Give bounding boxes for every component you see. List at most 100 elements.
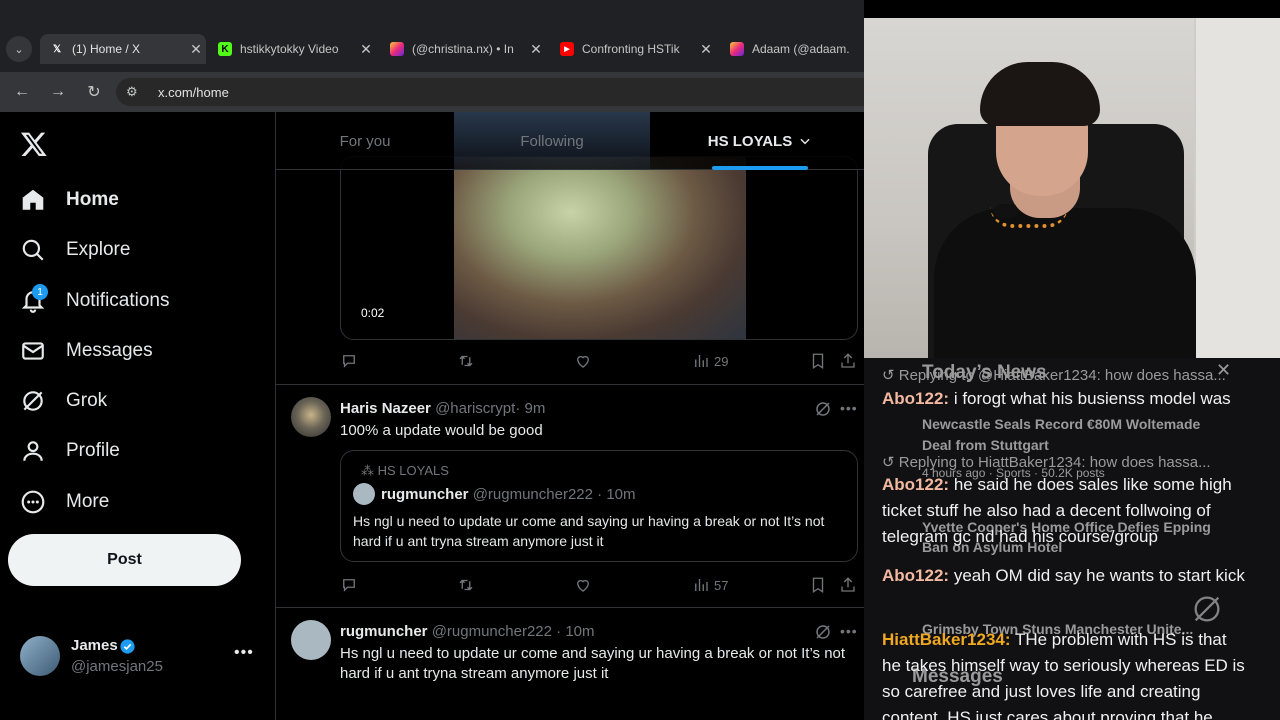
repost-icon — [459, 355, 473, 367]
tab-label: For you — [339, 132, 391, 150]
chat-reply-context: ↺ Replying to @HiattBaker1234: how does … — [882, 367, 1226, 384]
tab-for-you[interactable]: For you — [276, 112, 454, 170]
like-button[interactable] — [574, 576, 592, 594]
author-name[interactable]: Haris Nazeer — [340, 400, 431, 417]
avatar[interactable] — [291, 397, 331, 437]
chat-text: i forogt what his busienss model was — [953, 389, 1231, 408]
tab-title: Adaam (@adaam. — [752, 42, 850, 56]
more-icon[interactable]: ••• — [840, 400, 858, 416]
sidebar-item-label: Messages — [66, 340, 153, 361]
instagram-icon — [390, 42, 404, 56]
webcam-shirt — [934, 208, 1196, 358]
repost-button[interactable] — [457, 576, 475, 594]
sidebar-item-label: More — [66, 491, 110, 512]
person-icon — [23, 441, 43, 461]
sidebar-item-notifications[interactable]: 1 Notifications — [20, 283, 170, 319]
author-handle[interactable]: @hariscrypt — [435, 400, 515, 417]
tab-instagram-christina[interactable]: (@christina.nx) • In ✕ — [380, 34, 546, 64]
tab-instagram-adaam[interactable]: Adaam (@adaam. — [720, 34, 864, 64]
reload-icon[interactable]: ↻ — [82, 80, 106, 104]
post-time[interactable]: · 10m — [556, 623, 594, 640]
more-icon[interactable]: ••• — [840, 623, 858, 639]
author-name[interactable]: rugmuncher — [340, 623, 428, 640]
chat-username[interactable]: HiattBaker1234 — [882, 630, 1005, 649]
community-label: ⁂ HS LOYALS — [361, 463, 449, 478]
sidebar-item-profile[interactable]: Profile — [20, 433, 120, 469]
x-logo-icon: 𝕏 — [52, 43, 62, 55]
x-page: Home Explore 1 Notifications Messages Gr… — [0, 112, 864, 720]
url-text[interactable]: x.com/home — [158, 85, 229, 100]
sidebar-item-label: Explore — [66, 239, 131, 260]
bookmark-button[interactable] — [809, 576, 827, 594]
share-icon — [841, 353, 855, 368]
tab-search-button[interactable]: ⌄ — [6, 36, 32, 62]
bookmark-button[interactable] — [809, 352, 827, 370]
x-logo-icon[interactable] — [20, 130, 48, 158]
screen: ⌄ 𝕏 (1) Home / X ✕ K hstikkytokky Video … — [0, 0, 1280, 720]
site-settings-icon[interactable]: ⚙ — [126, 84, 148, 100]
tab-hs-loyals[interactable]: HS LOYALS — [650, 112, 864, 170]
reply-button[interactable] — [340, 352, 358, 370]
sidebar-item-home[interactable]: Home — [20, 182, 119, 218]
chat-message: HiattBaker1234: THe problem with HS is t… — [882, 627, 1250, 720]
back-icon[interactable]: ← — [10, 80, 34, 104]
views-button[interactable]: 29 — [692, 352, 728, 370]
bookmark-icon — [812, 353, 824, 370]
youtube-icon: ▶ — [560, 42, 574, 56]
close-icon[interactable]: ✕ — [696, 41, 716, 58]
tab-following[interactable]: Following — [454, 112, 650, 170]
verified-badge-icon — [120, 639, 135, 654]
search-icon — [22, 239, 44, 261]
analytics-icon — [695, 355, 708, 367]
author-handle[interactable]: @rugmuncher222 — [432, 623, 552, 640]
tab-youtube[interactable]: ▶ Confronting HSTik ✕ — [550, 34, 716, 64]
post-actions: 57 — [340, 576, 860, 596]
browser-toolbar: ← → ↻ ⚙ x.com/home — [0, 72, 876, 112]
reply-icon — [343, 355, 355, 368]
grok-icon[interactable] — [814, 623, 832, 641]
grok-icon[interactable] — [814, 400, 832, 418]
tab-title: (@christina.nx) • In — [412, 42, 514, 56]
account-name: James — [71, 637, 118, 654]
sidebar-item-more[interactable]: More — [20, 484, 109, 520]
mail-icon — [22, 342, 44, 360]
address-bar[interactable]: ⚙ x.com/home — [116, 78, 876, 106]
chat-username[interactable]: Abo122 — [882, 475, 943, 494]
chat-username[interactable]: Abo122 — [882, 566, 943, 585]
forward-icon[interactable]: → — [46, 80, 70, 104]
tab-title: (1) Home / X — [72, 42, 141, 56]
sidebar-item-messages[interactable]: Messages — [20, 333, 153, 369]
tab-kick[interactable]: K hstikkytokky Video ✕ — [208, 34, 376, 64]
post-text: Hs ngl u need to update ur come and sayi… — [340, 645, 846, 682]
chat-username[interactable]: Abo122 — [882, 389, 943, 408]
reply-button[interactable] — [340, 576, 358, 594]
post-time[interactable]: · 9m — [515, 400, 545, 417]
close-icon[interactable]: ✕ — [186, 41, 206, 58]
video-player[interactable]: 0:02 — [340, 156, 858, 340]
timeline: 0:02 29 Haris Nazeer @hariscrypt· 9m ••• — [275, 112, 864, 720]
post[interactable]: rugmuncher @rugmuncher222 · 10m ••• Hs n… — [276, 607, 864, 720]
share-button[interactable] — [839, 352, 857, 370]
more-icon[interactable]: ••• — [234, 644, 254, 662]
share-button[interactable] — [839, 576, 857, 594]
tab-x-home[interactable]: 𝕏 (1) Home / X ✕ — [40, 34, 206, 64]
close-icon[interactable]: ✕ — [356, 41, 376, 58]
chat-text: yeah OM did say he wants to start kick — [953, 566, 1245, 585]
repost-button[interactable] — [457, 352, 475, 370]
webcam-door — [1194, 18, 1280, 358]
like-button[interactable] — [574, 352, 592, 370]
home-icon — [22, 189, 44, 210]
stream-chat: Today’s News ✕ Newcastle Seals Record €8… — [864, 358, 1280, 720]
view-count: 57 — [714, 577, 729, 593]
sidebar-item-grok[interactable]: Grok — [20, 383, 107, 419]
browser-tab-bar: ⌄ 𝕏 (1) Home / X ✕ K hstikkytokky Video … — [0, 0, 864, 72]
chat-message: Abo122: yeah OM did say he wants to star… — [882, 566, 1245, 585]
tab-label: HS LOYALS — [707, 132, 793, 150]
close-icon[interactable]: ✕ — [526, 41, 546, 58]
views-button[interactable]: 57 — [692, 576, 728, 594]
sidebar-item-explore[interactable]: Explore — [20, 232, 130, 268]
post-button[interactable]: Post — [8, 534, 241, 586]
account-switcher[interactable]: James @jamesjan25 ••• — [20, 634, 260, 678]
quoted-post[interactable]: ⁂ HS LOYALS rugmuncher @rugmuncher222 · … — [340, 450, 858, 562]
avatar[interactable] — [291, 620, 331, 660]
